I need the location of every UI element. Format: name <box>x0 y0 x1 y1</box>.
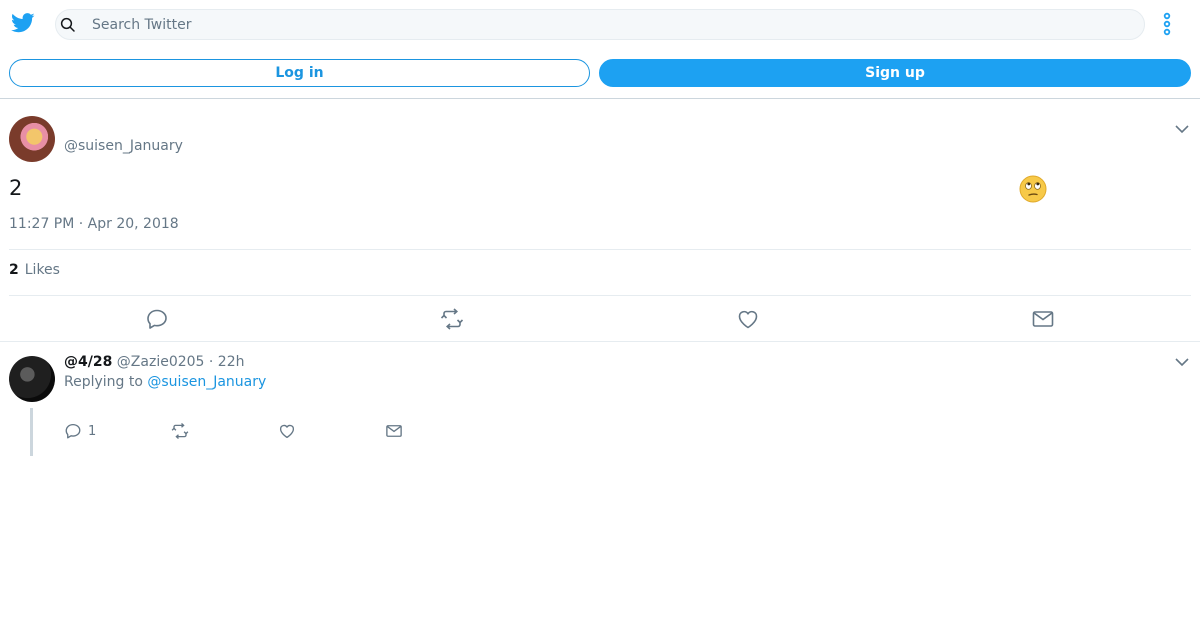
heart-icon[interactable] <box>736 307 760 331</box>
like-action[interactable] <box>278 422 296 440</box>
chevron-down-icon[interactable] <box>1174 121 1190 137</box>
more-vertical-icon[interactable] <box>1160 12 1174 36</box>
retweet-action[interactable] <box>171 422 189 440</box>
reply-display-name[interactable]: @4/28 <box>64 354 112 370</box>
avatar[interactable] <box>9 116 55 162</box>
reply-count: 1 <box>88 423 97 439</box>
likes-count: 2 <box>9 262 19 278</box>
auth-bar: Log in Sign up <box>0 59 1200 99</box>
retweet-icon <box>171 422 189 440</box>
mail-icon <box>386 425 402 437</box>
top-bar <box>0 0 1200 49</box>
mail-icon[interactable] <box>1031 307 1055 331</box>
face-with-rolling-eyes-icon <box>1019 175 1047 203</box>
heart-icon <box>279 424 295 439</box>
likes-stat[interactable]: 2 Likes <box>9 262 60 278</box>
search-icon <box>60 17 75 32</box>
replying-to-link[interactable]: @suisen_January <box>147 374 266 390</box>
reply-handle[interactable]: @Zazie0205 <box>117 354 205 370</box>
main-tweet: @suisen_January 2 11:27 PM · Apr 20, 201… <box>0 100 1200 342</box>
search-box[interactable] <box>55 9 1145 40</box>
login-button[interactable]: Log in <box>9 59 590 87</box>
message-action[interactable] <box>385 422 403 440</box>
tweet-timestamp[interactable]: 11:27 PM · Apr 20, 2018 <box>9 216 179 232</box>
divider <box>9 249 1191 250</box>
avatar[interactable] <box>9 356 55 402</box>
chevron-down-icon[interactable] <box>1174 354 1190 370</box>
thread-line <box>30 408 33 456</box>
replying-prefix: Replying to <box>64 374 143 390</box>
tweet-username[interactable]: @suisen_January <box>64 138 183 154</box>
divider <box>9 295 1191 296</box>
replying-to: Replying to @suisen_January <box>64 374 266 390</box>
tweet-text: 2 <box>9 176 23 200</box>
likes-label: Likes <box>24 262 60 278</box>
reply-icon[interactable] <box>145 307 169 331</box>
reply-header: @4/28 @Zazie0205 · 22h <box>64 354 245 370</box>
signup-button[interactable]: Sign up <box>599 59 1191 87</box>
reply-tweet[interactable]: @4/28 @Zazie0205 · 22h Replying to @suis… <box>0 342 1200 462</box>
reply-icon <box>65 423 81 439</box>
search-input[interactable] <box>92 10 1132 39</box>
reply-time[interactable]: · 22h <box>209 354 245 370</box>
retweet-icon[interactable] <box>440 307 464 331</box>
reply-action[interactable]: 1 <box>64 422 96 440</box>
twitter-bird-icon[interactable] <box>11 12 35 34</box>
